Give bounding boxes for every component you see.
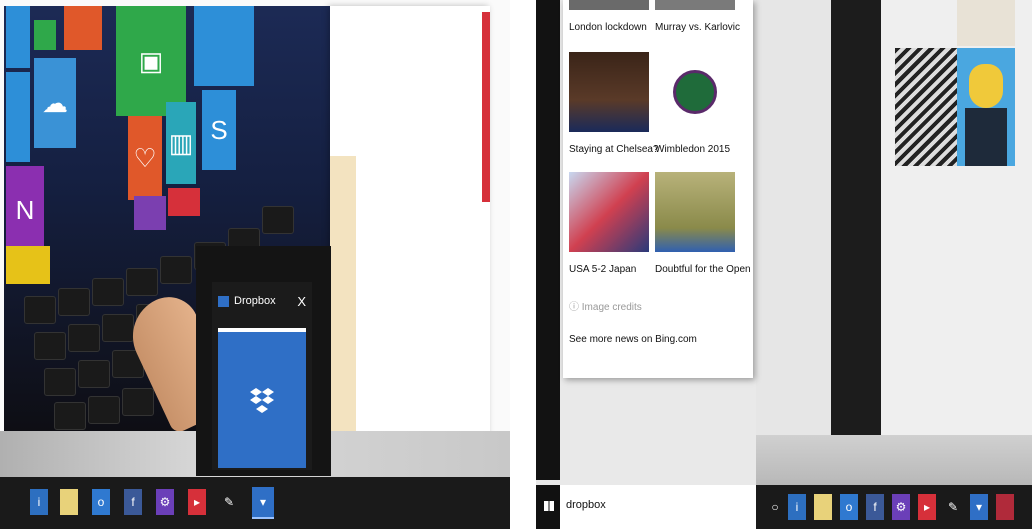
news-caption[interactable]: Staying at Chelsea?	[569, 144, 659, 155]
news-image[interactable]	[655, 52, 735, 132]
news-caption[interactable]: USA 5-2 Japan	[569, 264, 636, 275]
keyboard-key	[24, 296, 56, 324]
start-button[interactable]	[536, 485, 560, 529]
keyboard-key	[122, 388, 154, 416]
right-screenshot: London lockdown Murray vs. Karlovic Stay…	[536, 0, 1032, 529]
window-bottom	[756, 435, 1032, 485]
dropbox-icon	[250, 388, 274, 413]
avatar	[957, 48, 1015, 166]
dropbox-preview-title: Dropbox	[234, 295, 276, 307]
keyboard-key	[160, 256, 192, 284]
onedrive-tile: ☁	[34, 58, 76, 148]
settings-taskbar-icon[interactable]: ⚙	[156, 489, 174, 515]
dropbox-taskbar-icon[interactable]: ▾	[252, 487, 274, 519]
onenote-tile: N	[6, 166, 44, 254]
sketch-thumbnail	[957, 0, 1015, 46]
dropbox-preview-thumbnail[interactable]	[218, 328, 306, 468]
keyboard-key	[54, 402, 86, 430]
outlook-taskbar-icon[interactable]: o	[840, 494, 858, 520]
window-edge	[330, 156, 356, 446]
search-input-value: dropbox	[566, 499, 606, 511]
skype-tile: S	[202, 90, 236, 170]
app-taskbar-icon[interactable]	[996, 494, 1014, 520]
keyboard-key	[92, 278, 124, 306]
taskbar: ○ i o f ⚙ ▸ ✎ ▾	[756, 485, 1032, 529]
start-tile	[64, 6, 102, 50]
facebook-taskbar-icon[interactable]: f	[124, 489, 142, 515]
keyboard-key	[262, 206, 294, 234]
dropbox-taskbar-icon[interactable]: ▾	[970, 494, 988, 520]
keyboard-key	[44, 368, 76, 396]
avatar-body	[965, 108, 1007, 166]
info-taskbar-icon[interactable]: i	[30, 489, 48, 515]
start-tile	[34, 20, 56, 50]
dropbox-preview-window[interactable]: Dropbox X	[212, 282, 312, 470]
settings-taskbar-icon[interactable]: ⚙	[892, 494, 910, 520]
photo-thumbnail	[895, 48, 957, 166]
news-caption[interactable]: Murray vs. Karlovic	[655, 22, 740, 33]
news-image[interactable]	[569, 52, 649, 132]
keyboard-key	[102, 314, 134, 342]
media-taskbar-icon[interactable]: ▸	[918, 494, 936, 520]
background-window	[881, 0, 1032, 435]
news-caption[interactable]: London lockdown	[569, 22, 647, 33]
start-tile	[6, 246, 50, 284]
taskbar: i o f ⚙ ▸ ✎ ▾	[0, 477, 510, 529]
store-icon: ▣	[138, 45, 164, 76]
image-credits-link[interactable]: ⓘ Image credits	[569, 298, 642, 313]
news-image	[569, 0, 649, 10]
keyboard-key	[68, 324, 100, 352]
keyboard-key	[88, 396, 120, 424]
news-image[interactable]	[569, 172, 649, 252]
news-caption[interactable]: Doubtful for the Open	[655, 264, 751, 275]
see-more-link[interactable]: See more news on Bing.com	[569, 334, 697, 345]
window-edge	[482, 12, 490, 202]
start-tile	[6, 6, 30, 68]
left-screenshot: ▣ ☁ ♡ ▥ S N Dropbox X i o f ⚙ ▸ ✎ ▾	[0, 0, 510, 529]
media-taskbar-icon[interactable]: ▸	[188, 489, 206, 515]
book-icon: ▥	[168, 127, 194, 158]
start-tile	[134, 196, 166, 230]
heart-icon: ♡	[133, 142, 157, 173]
keyboard-key	[58, 288, 90, 316]
cloud-icon: ☁	[42, 87, 68, 118]
news-image[interactable]	[655, 172, 735, 252]
wimbledon-logo	[673, 70, 717, 114]
dropbox-small-icon	[218, 295, 229, 307]
tool-taskbar-icon[interactable]: ✎	[944, 494, 962, 520]
facebook-taskbar-icon[interactable]: f	[866, 494, 884, 520]
windows-icon	[544, 501, 554, 511]
skype-icon: S	[210, 114, 228, 145]
dropbox-preview-titlebar: Dropbox X	[212, 282, 312, 320]
news-caption[interactable]: Wimbledon 2015	[655, 144, 730, 155]
onenote-icon: N	[15, 194, 35, 225]
start-tile	[6, 72, 30, 162]
image-credits-label: Image credits	[581, 302, 642, 313]
avatar-face	[969, 64, 1003, 108]
news-flyout: London lockdown Murray vs. Karlovic Stay…	[563, 0, 753, 378]
dark-column	[831, 0, 881, 435]
info-icon: ⓘ	[569, 302, 582, 313]
folder-taskbar-icon[interactable]	[60, 489, 78, 515]
health-tile: ♡	[128, 116, 162, 200]
outlook-taskbar-icon[interactable]: o	[92, 489, 110, 515]
start-tile	[194, 6, 254, 86]
info-taskbar-icon[interactable]: i	[788, 494, 806, 520]
background-window	[756, 0, 831, 435]
left-dark-strip	[536, 0, 560, 480]
folder-taskbar-icon[interactable]	[814, 494, 832, 520]
keyboard-key	[78, 360, 110, 388]
reader-tile: ▥	[166, 102, 196, 184]
close-button[interactable]: X	[297, 294, 306, 309]
news-image	[655, 0, 735, 10]
search-input[interactable]: dropbox	[560, 485, 756, 529]
keyboard-key	[126, 268, 158, 296]
circle-taskbar-icon[interactable]: ○	[766, 494, 784, 520]
start-tile	[168, 188, 200, 216]
store-tile: ▣	[116, 6, 186, 116]
tool-taskbar-icon[interactable]: ✎	[220, 489, 238, 515]
browser-window	[330, 6, 490, 446]
keyboard-key	[34, 332, 66, 360]
